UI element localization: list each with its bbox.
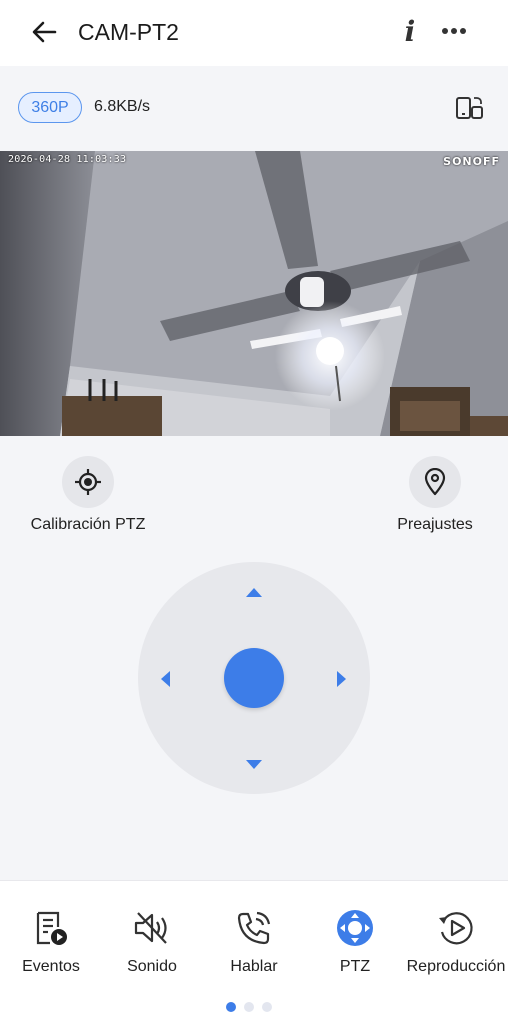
top-app-bar: CAM-PT2 i	[0, 0, 508, 66]
pan-right-arrow-icon[interactable]	[337, 671, 346, 687]
location-pin-icon	[424, 468, 446, 496]
ptz-tab-button[interactable]: PTZ	[307, 905, 403, 977]
page-dot[interactable]	[226, 1002, 236, 1012]
talk-button[interactable]: Hablar	[206, 905, 302, 977]
playback-icon	[439, 912, 473, 945]
page-dot[interactable]	[262, 1002, 272, 1012]
page-indicator	[226, 1002, 286, 1014]
sound-button[interactable]: Sonido	[104, 905, 200, 977]
events-label: Eventos	[22, 958, 80, 975]
stream-info-bar: 360P 6.8KB/s	[0, 86, 508, 130]
ptz-calibration-button[interactable]: Calibración PTZ	[28, 456, 148, 534]
events-button[interactable]: Eventos	[3, 905, 99, 977]
sound-label: Sonido	[127, 958, 177, 975]
talk-label: Hablar	[230, 958, 278, 975]
brand-watermark: SONOFF	[443, 155, 500, 168]
ptz-joystick[interactable]	[138, 562, 370, 794]
speaker-muted-icon	[134, 912, 167, 944]
playback-label: Reproducción	[406, 958, 506, 975]
calibration-icon-wrap	[62, 456, 114, 508]
crosshair-icon	[75, 469, 101, 495]
more-horizontal-icon	[442, 28, 466, 34]
camera-live-view[interactable]: 2026-04-28 11:03:33 SONOFF	[0, 151, 508, 436]
timestamp-overlay: 2026-04-28 11:03:33	[8, 154, 127, 165]
ptz-icon	[337, 910, 373, 946]
page-dot[interactable]	[244, 1002, 254, 1012]
page-title: CAM-PT2	[78, 19, 179, 45]
back-button[interactable]	[26, 16, 62, 48]
rotate-screen-button[interactable]	[450, 91, 488, 125]
phone-call-icon	[237, 911, 271, 945]
playback-button[interactable]: Reproducción	[404, 905, 508, 977]
pan-up-arrow-icon[interactable]	[246, 588, 262, 597]
pan-down-arrow-icon[interactable]	[246, 760, 262, 769]
presets-button[interactable]: Preajustes	[374, 456, 496, 534]
camera-frame-image	[0, 151, 508, 436]
presets-label: Preajustes	[397, 516, 473, 533]
calibration-label: Calibración PTZ	[30, 516, 146, 533]
bitrate-readout: 6.8KB/s	[94, 98, 151, 115]
arrow-left-icon	[32, 21, 57, 43]
more-options-button[interactable]	[436, 14, 472, 48]
presets-icon-wrap	[409, 456, 461, 508]
ptz-label: PTZ	[339, 958, 371, 975]
pan-left-arrow-icon[interactable]	[161, 671, 170, 687]
quality-selector[interactable]: 360P	[18, 92, 82, 123]
rotate-screen-icon	[456, 97, 483, 119]
events-icon	[36, 911, 67, 945]
ptz-tools: Calibración PTZ Preajustes	[0, 456, 508, 546]
info-icon[interactable]: i	[395, 13, 425, 49]
joystick-handle[interactable]	[224, 648, 284, 708]
